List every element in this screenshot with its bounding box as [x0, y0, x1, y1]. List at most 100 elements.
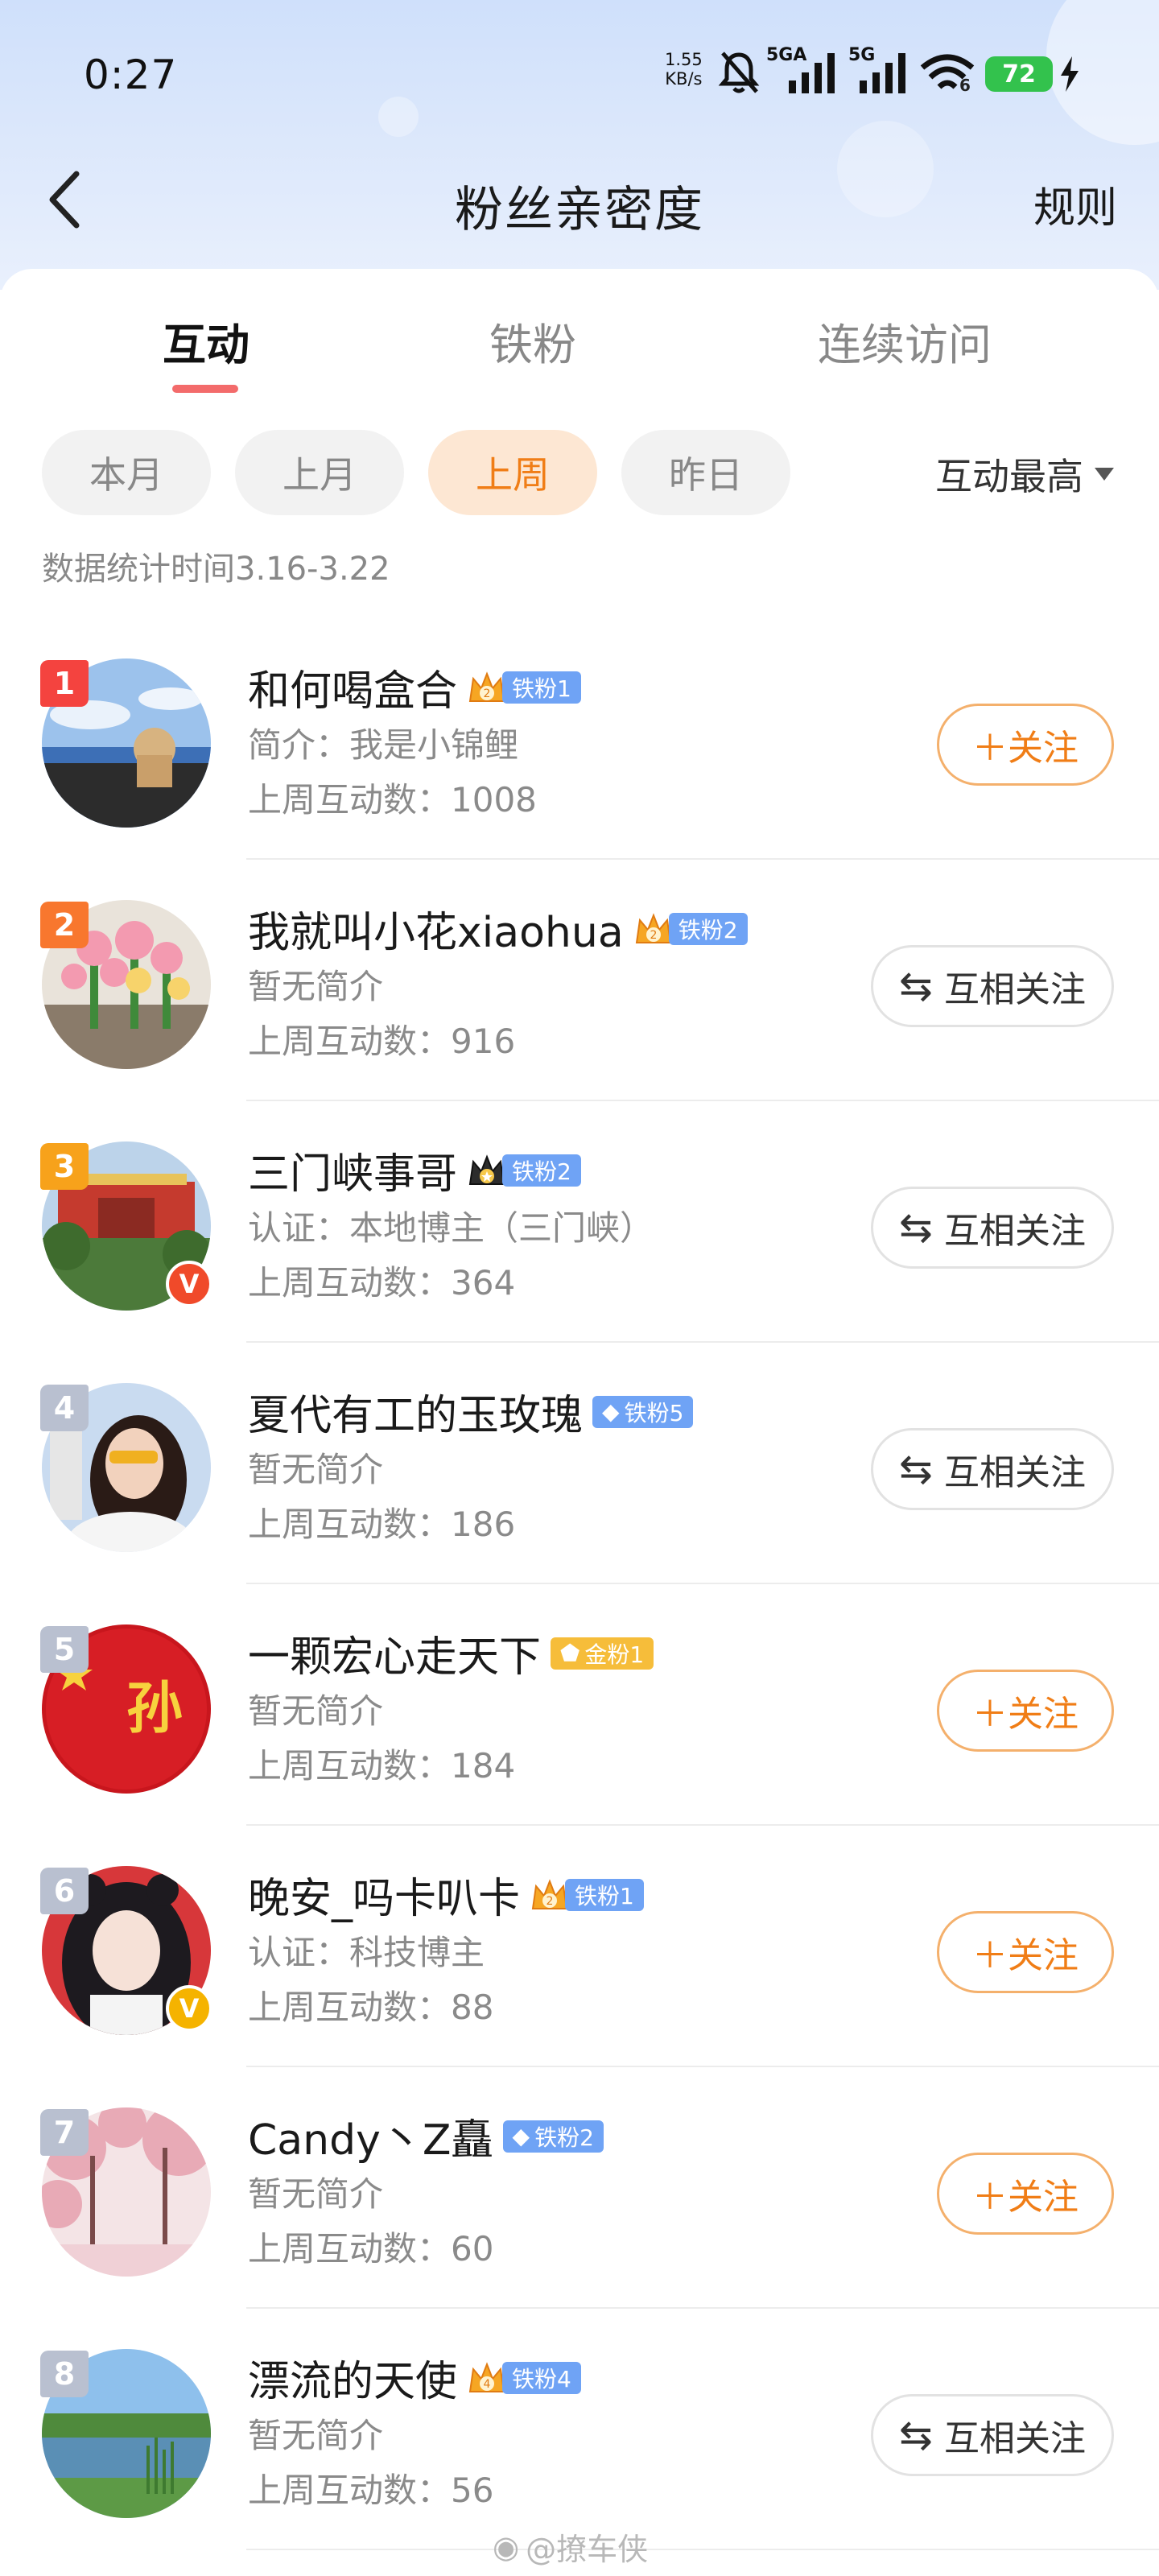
fan-name: 三门峡事哥 [248, 1150, 458, 1199]
list-item[interactable]: 7 Candy丶Z矗 ◆ 铁粉2 暂无简介 上周互动数：60 ＋关注 [0, 2067, 1159, 2309]
crown-icon: 2 [633, 910, 674, 947]
interaction-count-line: 上周互动数：88 [248, 1980, 493, 2029]
rules-link[interactable]: 规则 [1033, 174, 1117, 234]
rank-badge: 7 [40, 2109, 89, 2156]
fan-name: 我就叫小花xiaohua [248, 909, 624, 957]
sort-dropdown[interactable]: 互动最高 [935, 448, 1114, 501]
avatar[interactable]: 2 [40, 900, 211, 1069]
badge-label: 铁粉5 [624, 1399, 684, 1426]
mutual-follow-button[interactable]: ⇆ 互相关注 [871, 1428, 1114, 1510]
network-speed-value: 1.55 [665, 50, 703, 69]
list-item[interactable]: 3 V 三门峡事哥 铁粉2 认证：本地博主（三门峡） 上周互动数：364 ⇆ 互… [0, 1101, 1159, 1343]
fan-bio: 暂无简介 [248, 2416, 384, 2455]
period-filter: 本月 上月 上周 昨日 互动最高 [0, 430, 1159, 515]
filter-chip-last-week[interactable]: 上周 [428, 430, 597, 515]
follow-button[interactable]: ＋关注 [937, 1670, 1114, 1752]
diamond-icon: ◆ [602, 1398, 620, 1425]
fan-name: 漂流的天使 [248, 2358, 458, 2406]
fan-bio: 认证：科技博主 [248, 1933, 485, 1972]
fan-list: 1 和何喝盒合 2 铁粉1 简介：我是小锦鲤 上周互动数：1008 ＋关注 2 … [0, 618, 1159, 2550]
fan-level-badge: ⬟ 金粉1 [551, 1635, 654, 1672]
avatar[interactable]: 4 [40, 1383, 211, 1552]
badge-label: 铁粉2 [668, 912, 748, 945]
list-item[interactable]: 5 孙 一颗宏心走天下 ⬟ 金粉1 暂无简介 上周互动数：184 ＋关注 [0, 1584, 1159, 1826]
crown-level: 2 [484, 687, 491, 700]
avatar[interactable]: 7 [40, 2107, 211, 2277]
interaction-count-label: 上周互动数： [248, 780, 452, 819]
fan-bio: 暂无简介 [248, 1450, 384, 1489]
fan-name-line: 和何喝盒合 2 铁粉1 [248, 657, 581, 717]
page-title: 粉丝亲密度 [455, 182, 704, 238]
status-bar: 0:27 1.55 KB/s 5GA 5G 6 72 [0, 0, 1159, 145]
interaction-count-label: 上周互动数： [248, 1988, 452, 2027]
badge-pill: ◆ 铁粉2 [502, 2120, 604, 2153]
filter-chip-last-month[interactable]: 上月 [235, 430, 404, 515]
list-item[interactable]: 1 和何喝盒合 2 铁粉1 简介：我是小锦鲤 上周互动数：1008 ＋关注 [0, 618, 1159, 860]
fan-bio: 认证：本地博主（三门峡） [248, 1208, 654, 1248]
verified-badge-icon: V [166, 1261, 212, 1307]
tab-iron-fans[interactable]: 铁粉 [489, 309, 576, 373]
rank-badge: 1 [40, 660, 89, 707]
sort-label: 互动最高 [935, 455, 1083, 498]
badge-label: 铁粉1 [502, 671, 581, 704]
filter-chip-this-month[interactable]: 本月 [42, 430, 211, 515]
signal-strength-icon [789, 53, 837, 97]
fan-name-line: 晚安_吗卡叭卡 2 铁粉1 [248, 1864, 644, 1925]
tab-interaction[interactable]: 互动 [163, 309, 250, 373]
fan-bio: 暂无简介 [248, 1691, 384, 1731]
interaction-count-label: 上周互动数： [248, 1263, 452, 1302]
follow-button[interactable]: ＋关注 [937, 2153, 1114, 2235]
navigation-bar: 粉丝亲密度 规则 [0, 153, 1159, 250]
network-speed-unit: KB/s [665, 69, 703, 89]
rank-badge: 6 [40, 1868, 89, 1914]
fan-level-badge: 4 铁粉4 [467, 2359, 581, 2396]
follow-button[interactable]: ＋关注 [937, 704, 1114, 786]
avatar[interactable]: 5 孙 [40, 1624, 211, 1794]
weibo-logo-icon: ◉ [493, 2529, 520, 2565]
rank-badge: 2 [40, 902, 89, 948]
badge-label: 铁粉1 [565, 1878, 644, 1911]
follow-button[interactable]: ＋关注 [937, 1911, 1114, 1993]
fan-name: Candy丶Z矗 [248, 2116, 493, 2165]
interaction-count-label: 上周互动数： [248, 2229, 452, 2268]
badge-pill: ◆ 铁粉5 [592, 1395, 694, 1428]
list-item[interactable]: 6 V 晚安_吗卡叭卡 2 铁粉1 认证：科技博主 上周互动数：88 ＋关注 [0, 1826, 1159, 2067]
content-sheet: 互动 铁粉 连续访问 本月 上月 上周 昨日 互动最高 数据统计时间3.16-3… [0, 269, 1159, 2576]
battery-indicator: 72 [985, 56, 1053, 92]
filter-chip-yesterday[interactable]: 昨日 [621, 430, 790, 515]
watermark: ◉ @撩车侠 [493, 2524, 648, 2569]
verified-badge-icon: V [166, 1985, 212, 2032]
fan-name-line: 漂流的天使 4 铁粉4 [248, 2347, 581, 2408]
rank-badge: 5 [40, 1626, 89, 1673]
interaction-count: 184 [451, 1746, 516, 1785]
tab-consecutive-visits[interactable]: 连续访问 [818, 309, 992, 373]
list-item[interactable]: 2 我就叫小花xiaohua 2 铁粉2 暂无简介 上周互动数：916 ⇆ 互相… [0, 860, 1159, 1101]
mutual-follow-button[interactable]: ⇆ 互相关注 [871, 2394, 1114, 2476]
rank-badge: 3 [40, 1143, 89, 1190]
avatar[interactable]: 1 [40, 658, 211, 828]
list-item[interactable]: 8 漂流的天使 4 铁粉4 暂无简介 上周互动数：56 ⇆ 互相关注 [0, 2309, 1159, 2550]
badge-label: 金粉1 [584, 1641, 645, 1668]
active-tab-indicator [172, 385, 238, 393]
interaction-count: 60 [451, 2229, 494, 2268]
crown-level: 4 [484, 2378, 491, 2391]
list-item[interactable]: 4 夏代有工的玉玫瑰 ◆ 铁粉5 暂无简介 上周互动数：186 ⇆ 互相关注 [0, 1343, 1159, 1584]
rank-badge: 8 [40, 2351, 89, 2397]
interaction-count-label: 上周互动数： [248, 1746, 452, 1785]
crown-icon [467, 1152, 507, 1189]
interaction-count-line: 上周互动数：186 [248, 1497, 515, 1546]
interaction-count: 88 [451, 1988, 494, 2027]
avatar[interactable]: 6 V [40, 1866, 212, 2035]
mutual-follow-button[interactable]: ⇆ 互相关注 [871, 945, 1114, 1027]
divider [246, 2549, 1159, 2550]
fan-level-badge: 2 铁粉1 [467, 669, 581, 706]
avatar-character: 孙 [126, 1675, 183, 1741]
watermark-text: @撩车侠 [526, 2532, 649, 2567]
interaction-count: 364 [451, 1263, 516, 1302]
mutual-follow-button[interactable]: ⇆ 互相关注 [871, 1187, 1114, 1269]
avatar[interactable]: 8 [40, 2349, 211, 2518]
fan-level-badge: ◆ 铁粉2 [502, 2118, 604, 2155]
badge-label: 铁粉4 [502, 2361, 581, 2394]
bell-muted-icon [716, 48, 761, 100]
avatar[interactable]: 3 V [40, 1141, 212, 1311]
